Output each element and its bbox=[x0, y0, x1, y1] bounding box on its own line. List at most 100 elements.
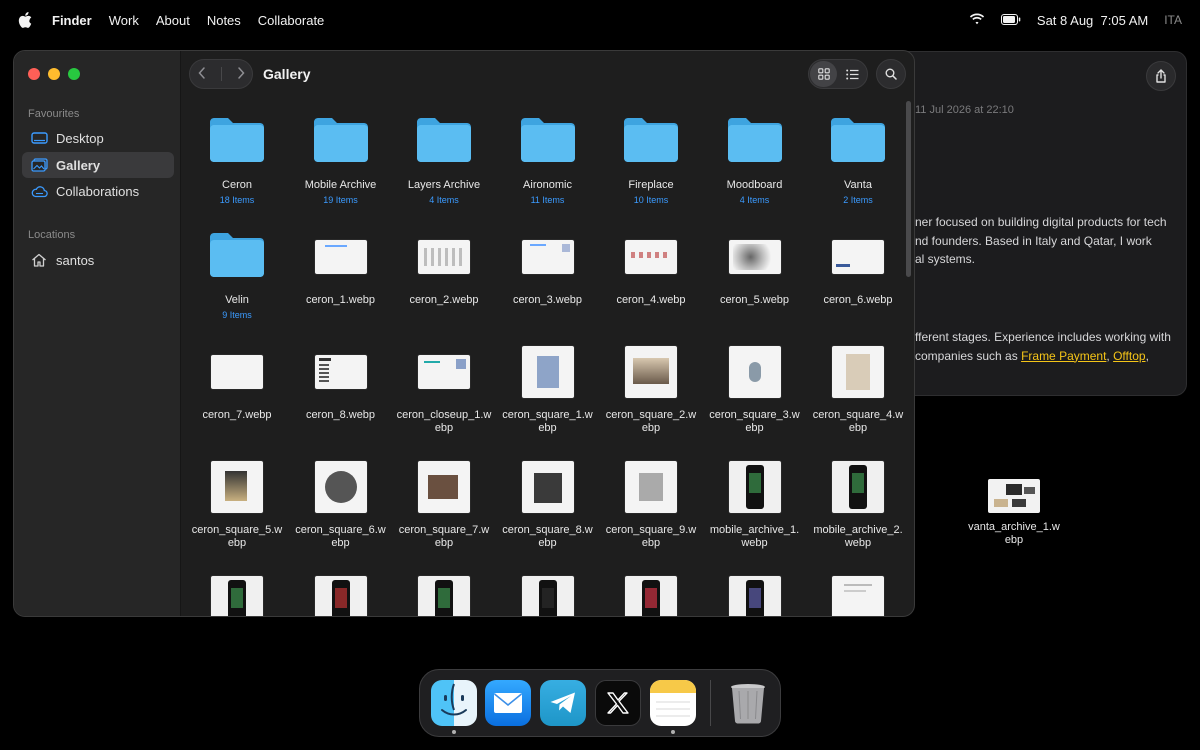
file-thumbnail bbox=[418, 461, 470, 513]
close-button[interactable] bbox=[28, 68, 40, 80]
file-item[interactable]: ceron_square_4.webp bbox=[810, 341, 906, 435]
file-thumbnail bbox=[521, 461, 574, 513]
menu-notes[interactable]: Notes bbox=[207, 13, 241, 28]
sidebar-item-desktop[interactable]: Desktop bbox=[22, 125, 174, 151]
link-offtop[interactable]: Offtop bbox=[1113, 349, 1145, 363]
sidebar: Favourites Desktop Gallery Collaboration… bbox=[14, 51, 181, 616]
back-button[interactable] bbox=[197, 66, 206, 82]
search-button[interactable] bbox=[876, 59, 906, 89]
menu-work[interactable]: Work bbox=[109, 13, 139, 28]
file-item[interactable]: ceron_square_5.webp bbox=[189, 456, 285, 550]
sidebar-item-collaborations[interactable]: Collaborations bbox=[22, 178, 174, 204]
note-paragraph-1: ner focused on building digital products… bbox=[915, 213, 1167, 269]
file-item[interactable]: ceron_square_2.webp bbox=[603, 341, 699, 435]
list-icon bbox=[846, 69, 859, 79]
file-thumbnail bbox=[314, 355, 367, 389]
file-item[interactable] bbox=[396, 571, 492, 616]
file-thumbnail bbox=[314, 240, 367, 274]
telegram-icon[interactable] bbox=[540, 680, 586, 726]
folder-item[interactable]: Layers Archive 4 Items bbox=[396, 111, 492, 205]
folder-icon bbox=[829, 116, 887, 169]
file-item[interactable]: ceron_7.webp bbox=[189, 341, 285, 422]
sidebar-item-gallery[interactable]: Gallery bbox=[22, 152, 174, 178]
finder-running-indicator bbox=[452, 730, 456, 734]
x-icon[interactable] bbox=[595, 680, 641, 726]
sidebar-item-santos[interactable]: santos bbox=[22, 247, 174, 273]
file-item[interactable] bbox=[707, 571, 803, 616]
item-count: 11 Items bbox=[530, 195, 565, 205]
file-item[interactable] bbox=[500, 571, 596, 616]
battery-icon[interactable] bbox=[1000, 13, 1021, 28]
file-item[interactable]: ceron_8.webp bbox=[293, 341, 389, 422]
folder-item[interactable]: Ceron 18 Items bbox=[189, 111, 285, 205]
file-item[interactable] bbox=[293, 571, 389, 616]
file-item[interactable]: ceron_square_7.webp bbox=[396, 456, 492, 550]
apple-icon[interactable] bbox=[18, 12, 38, 28]
share-icon bbox=[1156, 69, 1166, 83]
clock[interactable]: Sat 8 Aug 7:05 AM bbox=[1037, 13, 1148, 28]
file-item[interactable]: ceron_2.webp bbox=[396, 226, 492, 307]
folder-icon bbox=[519, 116, 577, 169]
folder-item[interactable]: Moodboard 4 Items bbox=[707, 111, 803, 205]
file-item[interactable]: ceron_square_6.webp bbox=[293, 456, 389, 550]
item-name: Mobile Archive bbox=[304, 179, 377, 191]
grid-icon bbox=[817, 68, 830, 80]
finder-window[interactable]: Favourites Desktop Gallery Collaboration… bbox=[13, 50, 915, 617]
file-thumbnail bbox=[211, 576, 263, 616]
forward-button[interactable] bbox=[237, 66, 245, 82]
file-item[interactable]: ceron_square_1.webp bbox=[500, 341, 596, 435]
file-item[interactable]: ceron_1.webp bbox=[293, 226, 389, 307]
share-button[interactable] bbox=[1146, 61, 1176, 91]
file-thumbnail bbox=[418, 240, 470, 274]
menu-app-name[interactable]: Finder bbox=[52, 13, 92, 28]
folder-item[interactable]: Fireplace 10 Items bbox=[603, 111, 699, 205]
folder-icon bbox=[726, 116, 784, 169]
file-item[interactable]: ceron_3.webp bbox=[500, 226, 596, 307]
item-name: ceron_2.webp bbox=[409, 294, 479, 306]
finder-icon[interactable] bbox=[431, 680, 477, 726]
link-frame-payment[interactable]: Frame Payment bbox=[1021, 349, 1106, 363]
input-language[interactable]: ITA bbox=[1164, 13, 1182, 27]
folder-item[interactable]: Velin 9 Items bbox=[189, 226, 285, 320]
file-item[interactable]: ceron_4.webp bbox=[603, 226, 699, 307]
menu-about[interactable]: About bbox=[156, 13, 190, 28]
file-item[interactable] bbox=[810, 571, 906, 616]
notes-running-indicator bbox=[671, 730, 675, 734]
file-item[interactable]: mobile_archive_2.webp bbox=[810, 456, 906, 550]
item-name: ceron_7.webp bbox=[202, 409, 272, 421]
menu-collaborate[interactable]: Collaborate bbox=[258, 13, 325, 28]
file-item[interactable]: ceron_5.webp bbox=[707, 226, 803, 307]
desktop-file[interactable]: vanta_archive_1.webp bbox=[966, 478, 1062, 547]
zoom-button[interactable] bbox=[68, 68, 80, 80]
scrollbar[interactable] bbox=[906, 101, 911, 277]
minimize-button[interactable] bbox=[48, 68, 60, 80]
file-item[interactable]: ceron_square_9.webp bbox=[603, 456, 699, 550]
sidebar-item-label: santos bbox=[56, 252, 95, 268]
list-view-button[interactable] bbox=[839, 61, 866, 87]
note-text: companies such as bbox=[915, 348, 1022, 363]
notes-window[interactable]: 11 Jul 2026 at 22:10 ner focused on buil… bbox=[880, 51, 1187, 396]
file-item[interactable]: ceron_square_8.webp bbox=[500, 456, 596, 550]
folder-item[interactable]: Aironomic 11 Items bbox=[500, 111, 596, 205]
file-thumbnail bbox=[728, 576, 781, 616]
file-item[interactable] bbox=[189, 571, 285, 616]
file-item[interactable]: mobile_archive_1.webp bbox=[707, 456, 803, 550]
file-thumbnail bbox=[832, 576, 884, 616]
folder-item[interactable]: Mobile Archive 19 Items bbox=[293, 111, 389, 205]
icon-view-button[interactable] bbox=[810, 61, 837, 87]
item-name: ceron_square_4.webp bbox=[812, 409, 904, 434]
file-item[interactable]: ceron_square_3.webp bbox=[707, 341, 803, 435]
file-item[interactable]: ceron_closeup_1.webp bbox=[396, 341, 492, 435]
mail-icon[interactable] bbox=[485, 680, 531, 726]
trash-icon[interactable] bbox=[725, 680, 771, 726]
file-item[interactable] bbox=[603, 571, 699, 616]
item-name: ceron_3.webp bbox=[512, 294, 583, 306]
wifi-icon[interactable] bbox=[969, 13, 985, 28]
notes-icon[interactable] bbox=[650, 680, 696, 726]
file-thumbnail bbox=[314, 461, 367, 513]
folder-item[interactable]: Vanta 2 Items bbox=[810, 111, 906, 205]
file-thumbnail bbox=[521, 346, 574, 398]
item-name: Fireplace bbox=[628, 179, 674, 191]
item-name: Ceron bbox=[222, 179, 252, 191]
file-item[interactable]: ceron_6.webp bbox=[810, 226, 906, 307]
